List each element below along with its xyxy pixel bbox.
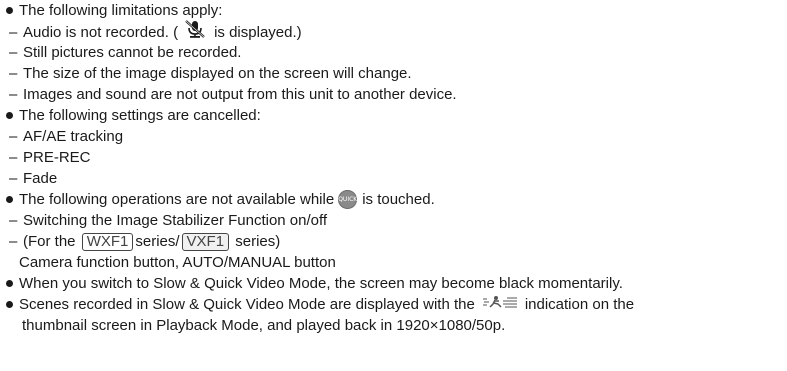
item-af-ae-tracking: – AF/AE tracking [9, 128, 124, 145]
item-still-pictures: – Still pictures cannot be recorded. [9, 44, 242, 61]
document: The following limitations apply: – Audio … [0, 0, 787, 371]
item-image-stabilizer: – Switching the Image Stabilizer Function… [9, 212, 328, 229]
model-badge-vxf1: VXF1 [181, 233, 230, 251]
bullet-dot [6, 6, 13, 14]
slow-quick-video-icon [475, 294, 525, 315]
bullet-black-screen: When you switch to Slow & Quick Video Mo… [6, 273, 623, 294]
item-pre-rec: – PRE-REC [9, 149, 91, 166]
quick-button-icon: QUICK [338, 189, 357, 209]
bullet-dot [6, 279, 13, 287]
item-output: – Images and sound are not output from th… [9, 86, 457, 103]
item-audio: – Audio is not recorded. ( is displayed.) [9, 20, 302, 44]
bullet-dot [6, 111, 13, 119]
bullet-scenes-recorded: Scenes recorded in Slow & Quick Video Mo… [6, 294, 634, 315]
item-fade: – Fade [9, 170, 58, 187]
bullet-limitations: The following limitations apply: [6, 0, 222, 21]
bullet-settings-cancelled: The following settings are cancelled: [6, 105, 261, 126]
item-camera-function-button: Camera function button, AUTO/MANUAL butt… [19, 254, 336, 271]
bullet-dot [6, 300, 13, 308]
audio-mute-icon [178, 20, 214, 44]
bullet-operations-unavailable: The following operations are not availab… [6, 189, 435, 210]
bullet-scenes-recorded-continued: thumbnail screen in Playback Mode, and p… [22, 317, 506, 334]
bullet-dot [6, 195, 13, 203]
model-badge-wxf1: WXF1 [81, 233, 134, 251]
item-model-series: – (For the WXF1 series/VXF1 series) [9, 233, 281, 251]
item-image-size: – The size of the image displayed on the … [9, 65, 412, 82]
